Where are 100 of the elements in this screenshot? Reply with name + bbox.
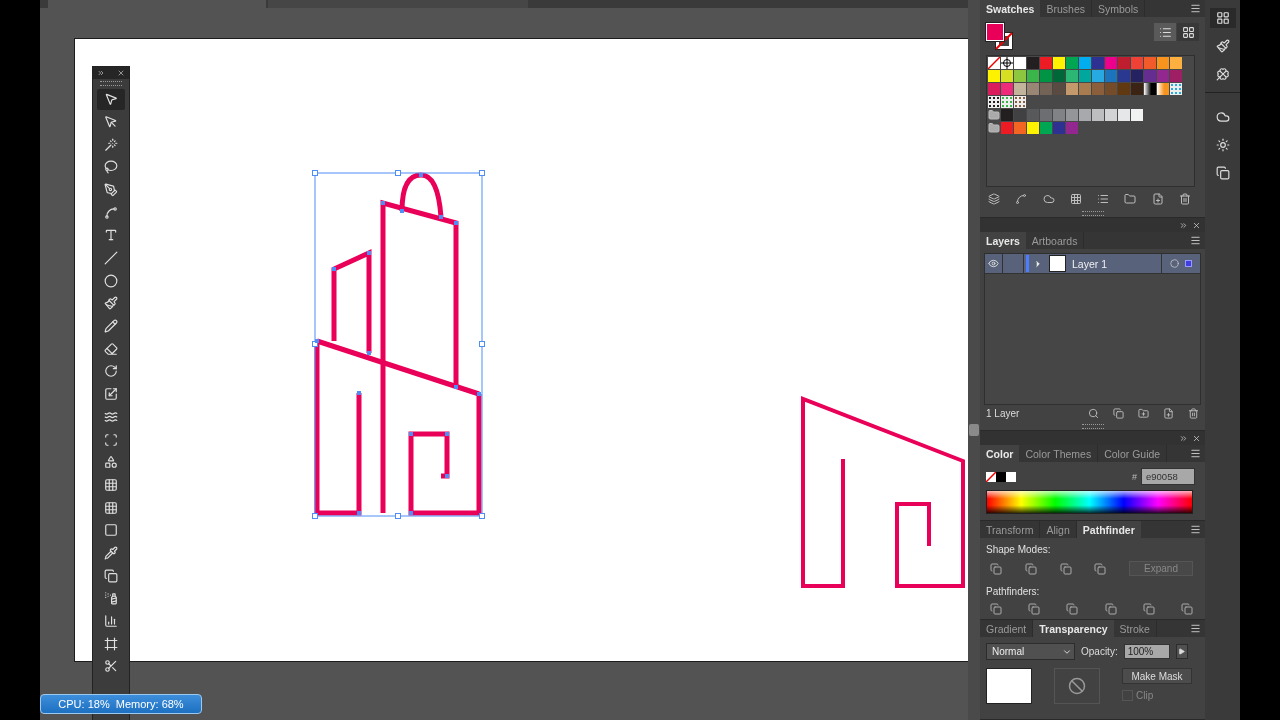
gradient-swatch[interactable] xyxy=(1144,83,1156,95)
registration-swatch[interactable] xyxy=(1001,57,1013,69)
color-swatch[interactable] xyxy=(1040,57,1052,69)
close-icon[interactable] xyxy=(117,69,125,77)
color-swatch[interactable] xyxy=(1053,70,1065,82)
color-swatch[interactable] xyxy=(996,471,1006,482)
shape-mode-icon[interactable] xyxy=(1094,562,1107,575)
color-swatch[interactable] xyxy=(1066,122,1078,134)
pattern-swatch[interactable] xyxy=(1170,83,1182,95)
folder-icon[interactable] xyxy=(1124,193,1137,205)
color-swatch[interactable] xyxy=(1014,57,1026,69)
pattern-swatch[interactable] xyxy=(988,96,1000,108)
panel-tab[interactable]: Color xyxy=(980,445,1020,462)
target-icon[interactable] xyxy=(1170,259,1179,268)
color-swatch[interactable] xyxy=(1027,109,1039,121)
color-spectrum[interactable] xyxy=(986,490,1193,514)
close-icon[interactable] xyxy=(1192,220,1201,230)
color-swatch[interactable] xyxy=(1027,70,1039,82)
panel-tab[interactable]: Pathfinder xyxy=(1076,521,1141,538)
eye-icon[interactable] xyxy=(985,254,1003,273)
cloud-icon[interactable] xyxy=(1042,193,1055,205)
color-swatch[interactable] xyxy=(1092,70,1104,82)
pathfinder-icon[interactable] xyxy=(1066,603,1079,615)
color-swatch[interactable] xyxy=(1092,83,1104,95)
panel-tab[interactable]: Transparency xyxy=(1033,620,1114,637)
fill-swatch[interactable] xyxy=(986,23,1004,41)
list-view-button[interactable] xyxy=(1154,23,1176,41)
color-swatch[interactable] xyxy=(1079,83,1091,95)
tool-button[interactable] xyxy=(97,88,125,110)
scrollbar-thumb[interactable] xyxy=(969,424,979,436)
swatches-grid-icon[interactable] xyxy=(1209,8,1236,28)
color-swatch[interactable] xyxy=(1105,57,1117,69)
collapse-icon[interactable] xyxy=(1179,433,1188,443)
color-swatch[interactable] xyxy=(1079,57,1091,69)
color-swatch[interactable] xyxy=(1014,83,1026,95)
color-swatch[interactable] xyxy=(988,83,1000,95)
opacity-arrow-button[interactable] xyxy=(1175,644,1188,659)
color-swatch[interactable] xyxy=(1079,70,1091,82)
color-swatch[interactable] xyxy=(1014,70,1026,82)
sublayer-icon[interactable] xyxy=(1138,408,1149,419)
color-swatch[interactable] xyxy=(1066,109,1078,121)
clip-checkbox[interactable]: Clip xyxy=(1122,690,1192,701)
color-swatch[interactable] xyxy=(1001,83,1013,95)
color-swatch[interactable] xyxy=(1014,109,1026,121)
shape-mode-icon[interactable] xyxy=(1059,562,1072,575)
color-swatch[interactable] xyxy=(1157,57,1169,69)
layer-row[interactable]: Layer 1 xyxy=(985,254,1200,274)
color-swatch[interactable] xyxy=(1157,70,1169,82)
opacity-field[interactable]: 100% xyxy=(1123,644,1170,659)
color-swatch[interactable] xyxy=(1131,57,1143,69)
color-swatch[interactable] xyxy=(1118,57,1130,69)
color-swatch[interactable] xyxy=(1118,109,1130,121)
color-swatch[interactable] xyxy=(1092,109,1104,121)
color-swatch[interactable] xyxy=(1001,109,1013,121)
make-mask-button[interactable]: Make Mask xyxy=(1122,668,1192,684)
trash-icon[interactable] xyxy=(1188,408,1199,419)
color-swatch[interactable] xyxy=(1001,122,1013,134)
color-swatch[interactable] xyxy=(1053,83,1065,95)
collapse-icon[interactable] xyxy=(1179,220,1188,230)
gradient-swatch[interactable] xyxy=(1157,83,1169,95)
grid-icon[interactable] xyxy=(1069,193,1082,205)
color-swatch[interactable] xyxy=(1040,70,1052,82)
panel-tab[interactable]: Layers xyxy=(980,232,1026,249)
pattern-swatch[interactable] xyxy=(1001,96,1013,108)
color-swatch[interactable] xyxy=(1040,109,1052,121)
pattern-swatch[interactable] xyxy=(1014,96,1026,108)
color-swatch[interactable] xyxy=(1040,122,1052,134)
color-swatch[interactable] xyxy=(1079,109,1091,121)
color-swatch[interactable] xyxy=(1170,70,1182,82)
color-swatch[interactable] xyxy=(1131,83,1143,95)
blend-mode-dropdown[interactable]: Normal xyxy=(986,643,1075,660)
color-swatch[interactable] xyxy=(1001,70,1013,82)
color-swatch[interactable] xyxy=(1014,122,1026,134)
color-swatch[interactable] xyxy=(1105,70,1117,82)
panel-tab[interactable]: Swatches xyxy=(980,0,1041,17)
folder-icon[interactable] xyxy=(988,122,1000,134)
expand-icon[interactable] xyxy=(1033,258,1043,269)
color-swatch[interactable] xyxy=(1105,109,1117,121)
color-swatch[interactable] xyxy=(1053,109,1065,121)
color-swatch[interactable] xyxy=(1118,70,1130,82)
color-swatch[interactable] xyxy=(1040,83,1052,95)
color-swatch[interactable] xyxy=(1027,57,1039,69)
new-swatch-icon[interactable] xyxy=(1151,193,1164,205)
color-swatch[interactable] xyxy=(1105,83,1117,95)
new-layer-icon[interactable] xyxy=(1163,408,1174,419)
options-icon[interactable] xyxy=(1097,193,1110,205)
grid-view-button[interactable] xyxy=(1177,23,1199,41)
color-swatch[interactable] xyxy=(1053,57,1065,69)
color-swatch[interactable] xyxy=(1144,70,1156,82)
pathfinder-icon[interactable] xyxy=(1104,603,1117,615)
none-swatch[interactable] xyxy=(988,57,1000,69)
pathfinder-icon[interactable] xyxy=(1142,603,1155,615)
color-swatch[interactable] xyxy=(1144,57,1156,69)
color-swatch[interactable] xyxy=(1092,57,1104,69)
color-swatch[interactable] xyxy=(1066,70,1078,82)
color-swatch[interactable] xyxy=(1006,471,1016,482)
color-swatch[interactable] xyxy=(1066,57,1078,69)
shape-mode-icon[interactable] xyxy=(1024,562,1037,575)
trash-icon[interactable] xyxy=(1178,193,1191,205)
hex-field[interactable]: e90058 xyxy=(1141,468,1195,485)
